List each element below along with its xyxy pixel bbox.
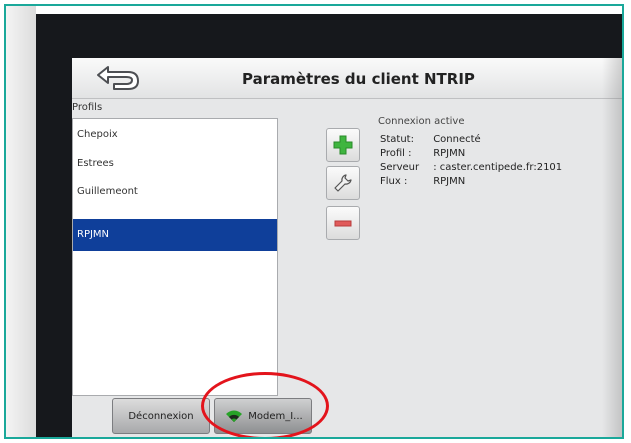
disconnect-button[interactable]: Déconnexion [112, 398, 210, 434]
list-item[interactable]: Chepoix [73, 119, 277, 151]
profile-key: Profil : [380, 148, 412, 159]
list-item[interactable]: Guillemeont [73, 176, 277, 208]
screen-glare [602, 58, 622, 437]
minus-icon [334, 220, 352, 227]
back-arrow-icon [97, 66, 139, 90]
stream-value: RPJMN [433, 176, 466, 187]
status-key: Statut: [380, 134, 414, 145]
stream-row: Flux : RPJMN [380, 176, 562, 190]
server-row: Serveur : caster.centipede.fr:2101 [380, 162, 562, 176]
server-value: : caster.centipede.fr:2101 [433, 162, 563, 173]
edit-profile-button[interactable] [326, 166, 360, 200]
server-key: Serveur [380, 162, 420, 173]
status-row: Statut: Connecté [380, 134, 562, 148]
back-button[interactable] [94, 63, 144, 93]
plus-icon [333, 135, 353, 155]
status-value: Connecté [433, 134, 481, 145]
stream-key: Flux : [380, 176, 408, 187]
bezel-left-edge [6, 6, 36, 437]
profile-value: RPJMN [433, 148, 466, 159]
profile-row: Profil : RPJMN [380, 148, 562, 162]
add-profile-button[interactable] [326, 128, 360, 162]
profiles-label: Profils [72, 102, 103, 113]
page-title: Paramètres du client NTRIP [242, 70, 475, 88]
profile-list: Chepoix Estrees Guillemeont RPJMN [72, 118, 278, 396]
ntrip-settings-screen: Paramètres du client NTRIP Profils Chepo… [72, 58, 622, 437]
highlight-oval [201, 372, 329, 437]
delete-profile-button[interactable] [326, 206, 360, 240]
wrench-icon [334, 174, 352, 192]
connection-details: Statut: Connecté Profil : RPJMN Serveur … [380, 134, 562, 190]
list-item-selected[interactable]: RPJMN [73, 219, 277, 251]
photo-frame: Paramètres du client NTRIP Profils Chepo… [4, 4, 624, 439]
active-connection-title: Connexion active [378, 116, 465, 127]
title-bar: Paramètres du client NTRIP [72, 58, 622, 99]
